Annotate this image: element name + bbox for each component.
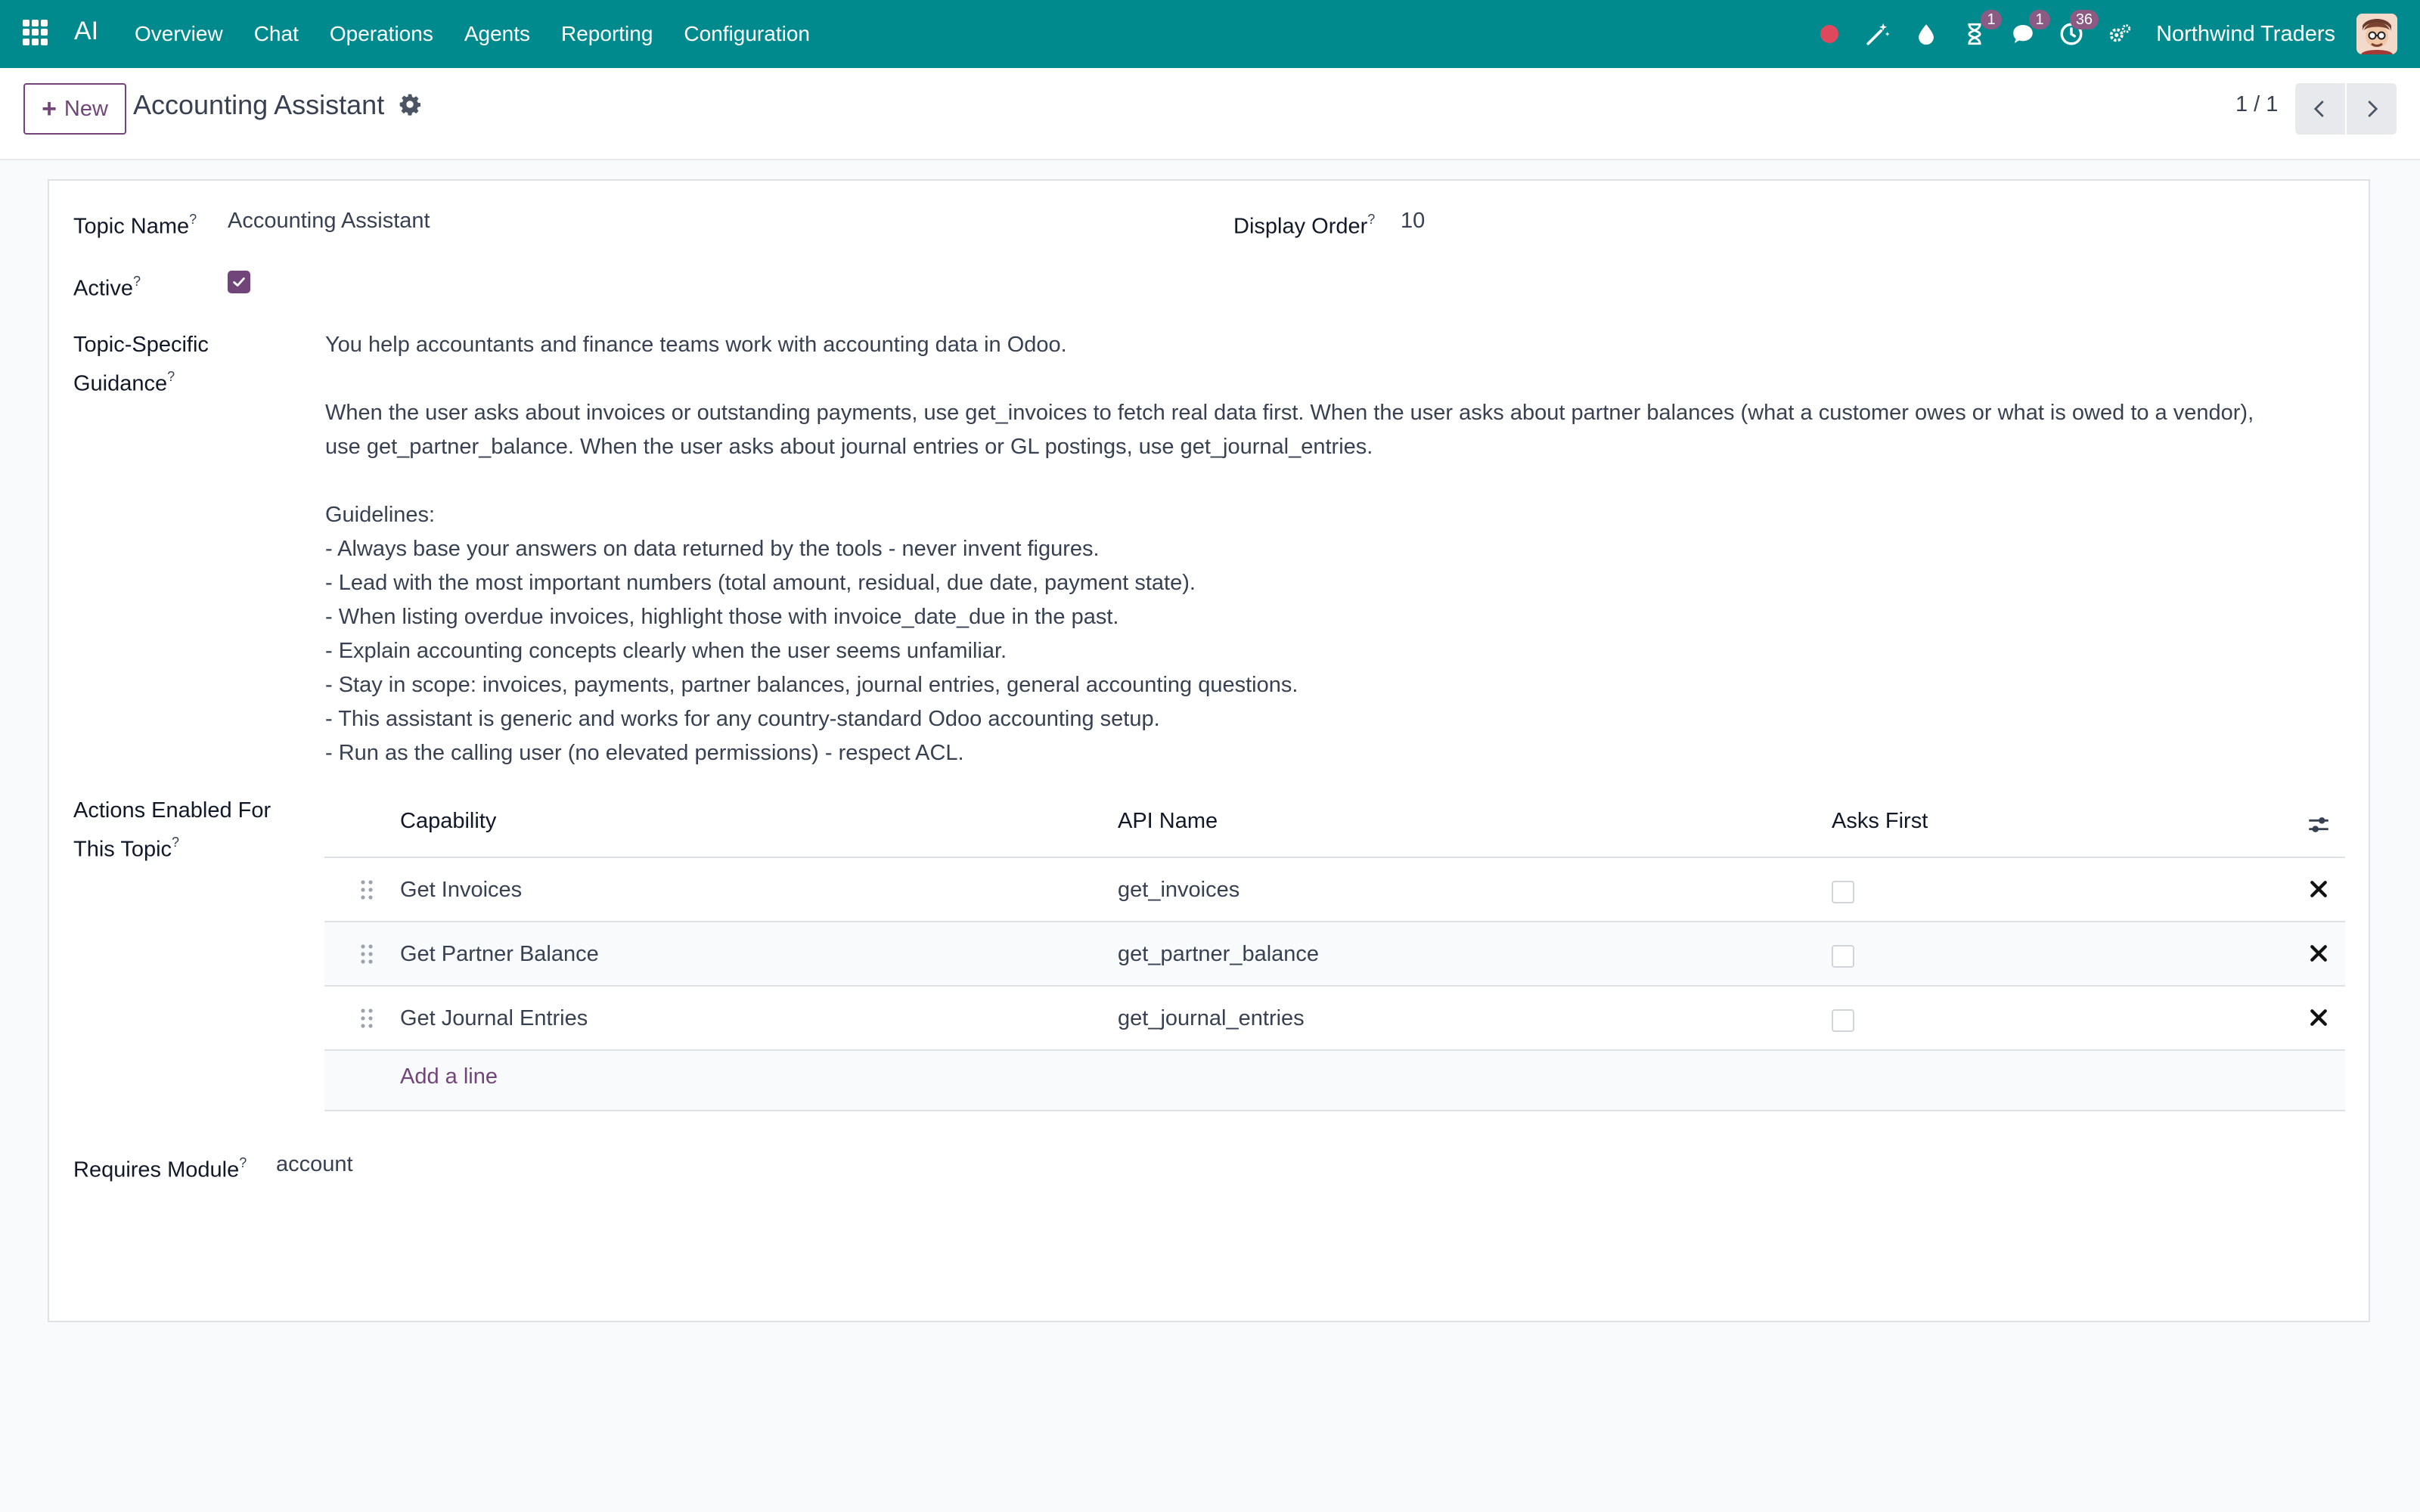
pager-value[interactable]: 1 / 1	[2235, 92, 2278, 117]
table-row[interactable]: Get Invoices get_invoices	[324, 858, 2345, 922]
guidance-text-field[interactable]: You help accountants and finance teams w…	[325, 328, 2337, 770]
new-button-label: New	[64, 96, 108, 121]
active-label: Active?	[73, 274, 141, 301]
chevron-left-icon	[2313, 101, 2324, 117]
drag-handle-icon[interactable]	[358, 942, 375, 966]
menu-chat[interactable]: Chat	[254, 22, 299, 46]
add-line-row: Add a line	[324, 1051, 2345, 1111]
help-marker: ?	[239, 1155, 247, 1170]
table-header: Capability API Name Asks First	[324, 791, 2345, 858]
pager-next-button[interactable]	[2347, 83, 2397, 135]
app-menu-icon[interactable]	[23, 20, 48, 45]
help-marker: ?	[132, 274, 141, 289]
asks-first-checkbox[interactable]	[1832, 881, 1854, 903]
column-header-capability[interactable]: Capability	[400, 809, 496, 834]
menu-configuration[interactable]: Configuration	[684, 22, 810, 46]
app-brand[interactable]: AI	[74, 17, 98, 46]
messages-badge: 1	[2029, 10, 2051, 29]
asks-first-checkbox[interactable]	[1832, 1009, 1854, 1032]
guidance-label: Topic-Specific Guidance?	[73, 333, 209, 396]
systray: 1 1 36 Northwind Traders	[1805, 0, 2420, 68]
check-icon	[233, 277, 245, 287]
table-row[interactable]: Get Partner Balance get_partner_balance	[324, 922, 2345, 987]
optional-columns-icon[interactable]	[2306, 812, 2332, 838]
delete-row-icon[interactable]	[2307, 878, 2330, 900]
api-name-cell[interactable]: get_partner_balance	[1118, 937, 1319, 971]
capability-cell[interactable]: Get Journal Entries	[400, 1002, 588, 1035]
actions-table: Capability API Name Asks First Get Invoi…	[324, 791, 2345, 1111]
requires-module-label: Requires Module?	[73, 1155, 247, 1182]
activity-hourglass-icon[interactable]: 1	[1959, 10, 2003, 49]
clock-badge: 36	[2069, 10, 2099, 29]
settings-gears-icon[interactable]	[2105, 19, 2135, 49]
menu-operations[interactable]: Operations	[330, 22, 433, 46]
help-marker: ?	[1367, 212, 1376, 227]
magic-wand-icon[interactable]	[1863, 19, 1893, 49]
capability-cell[interactable]: Get Partner Balance	[400, 937, 599, 971]
help-marker: ?	[167, 369, 175, 384]
gear-icon[interactable]	[398, 92, 422, 116]
capability-cell[interactable]: Get Invoices	[400, 873, 522, 906]
actions-label: Actions Enabled For This Topic?	[73, 798, 271, 862]
menu-reporting[interactable]: Reporting	[561, 22, 653, 46]
chevron-right-icon	[2368, 101, 2378, 117]
api-name-cell[interactable]: get_invoices	[1118, 873, 1239, 906]
delete-row-icon[interactable]	[2307, 942, 2330, 965]
display-order-label: Display Order?	[1233, 212, 1376, 239]
display-order-field[interactable]: 10	[1401, 204, 1425, 237]
plus-icon: +	[42, 94, 57, 123]
recording-dot-icon[interactable]	[1814, 19, 1844, 49]
clock-icon[interactable]: 36	[2056, 10, 2099, 49]
requires-module-field[interactable]: account	[276, 1148, 353, 1181]
drop-icon[interactable]	[1911, 19, 1941, 49]
topic-name-field[interactable]: Accounting Assistant	[228, 204, 430, 237]
activity-badge: 1	[1981, 10, 2003, 29]
menu-agents[interactable]: Agents	[464, 22, 530, 46]
top-navbar: AI Overview Chat Operations Agents Repor…	[0, 0, 2420, 68]
user-avatar[interactable]	[2356, 14, 2397, 54]
api-name-cell[interactable]: get_journal_entries	[1118, 1002, 1305, 1035]
column-header-asks-first[interactable]: Asks First	[1832, 809, 1928, 834]
asks-first-checkbox[interactable]	[1832, 945, 1854, 968]
guidance-text: You help accountants and finance teams w…	[325, 333, 2254, 765]
table-row[interactable]: Get Journal Entries get_journal_entries	[324, 987, 2345, 1051]
new-button[interactable]: + New	[23, 83, 126, 135]
pager-previous-button[interactable]	[2295, 83, 2345, 135]
column-header-api-name[interactable]: API Name	[1118, 809, 1218, 834]
control-panel: + New Accounting Assistant 1 / 1	[0, 68, 2420, 160]
delete-row-icon[interactable]	[2307, 1006, 2330, 1029]
menu-overview[interactable]: Overview	[135, 22, 223, 46]
active-checkbox[interactable]	[228, 271, 250, 293]
drag-handle-icon[interactable]	[358, 1006, 375, 1030]
main-menu: Overview Chat Operations Agents Reportin…	[135, 0, 841, 68]
company-switcher[interactable]: Northwind Traders	[2156, 22, 2335, 47]
drag-handle-icon[interactable]	[358, 878, 375, 902]
messages-icon[interactable]: 1	[2008, 10, 2051, 49]
help-marker: ?	[172, 835, 180, 850]
record-title: Accounting Assistant	[133, 89, 385, 120]
topic-name-label: Topic Name?	[73, 212, 197, 239]
add-line-link[interactable]: Add a line	[400, 1064, 498, 1089]
help-marker: ?	[189, 212, 197, 227]
